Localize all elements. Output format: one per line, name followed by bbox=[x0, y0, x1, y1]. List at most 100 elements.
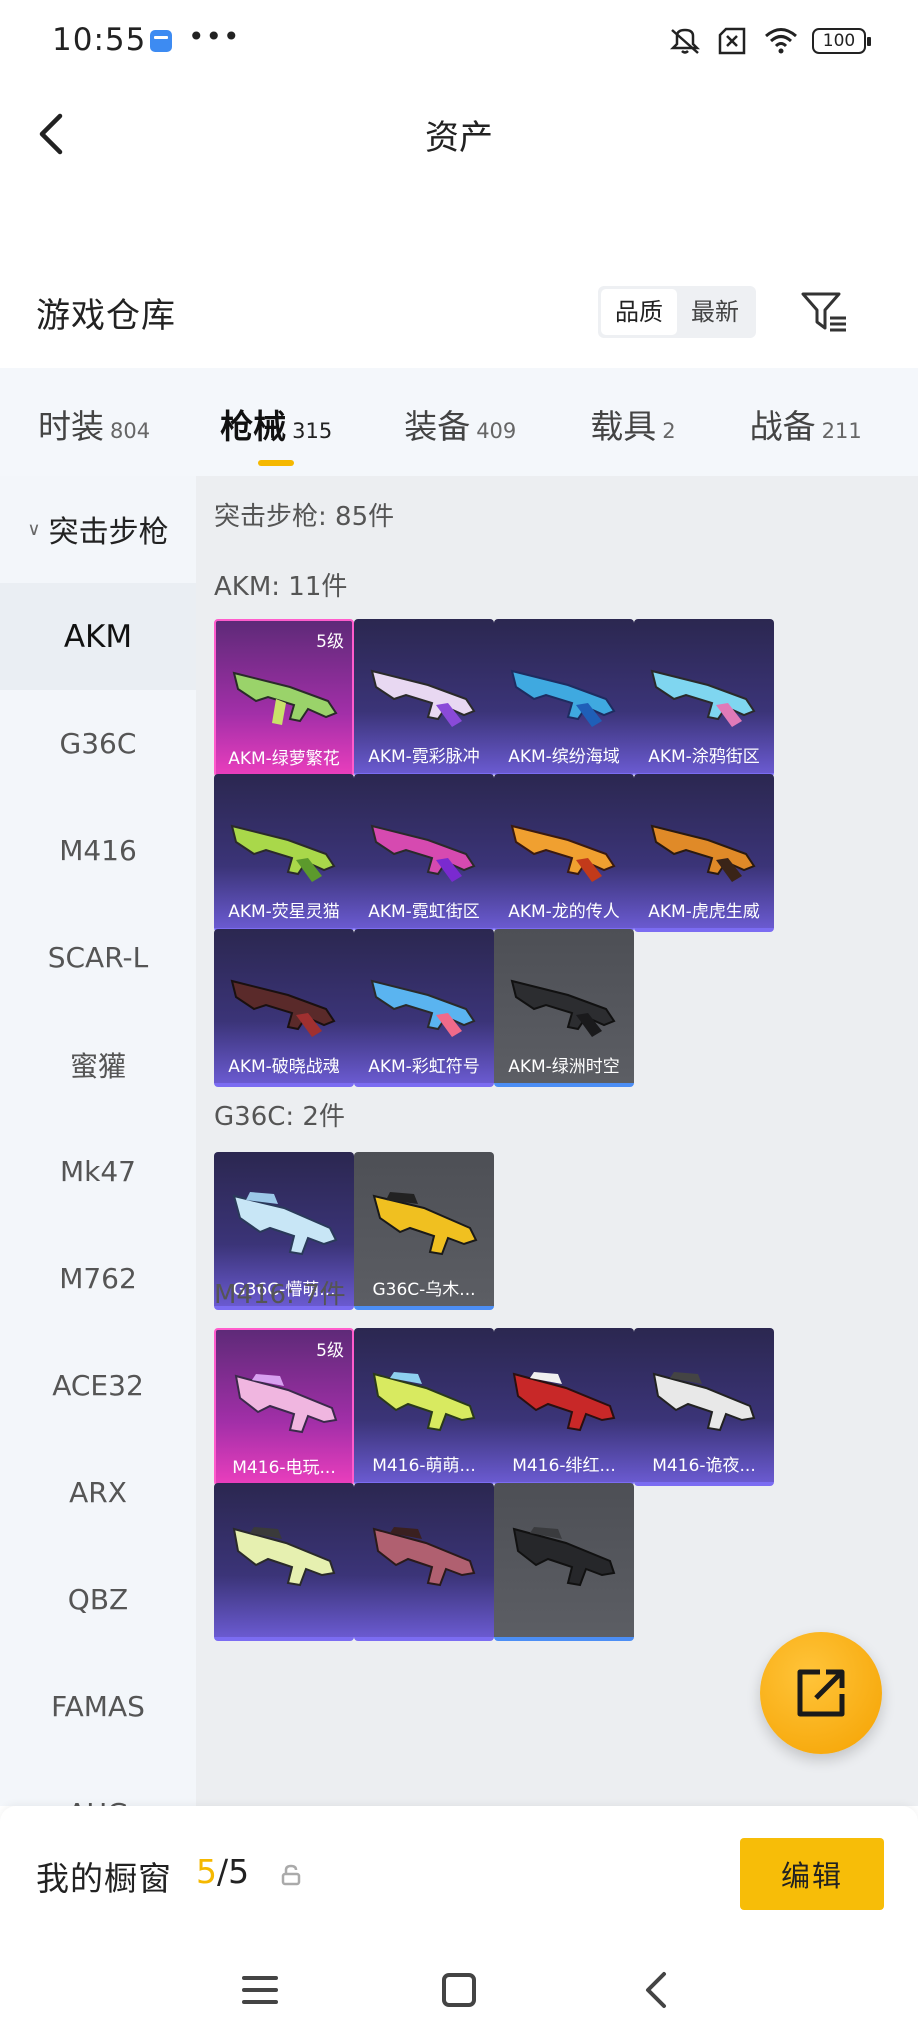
section-title-akm: AKM: 11件 bbox=[214, 572, 348, 602]
sidebar-item-honey-badger[interactable]: 蜜獾 bbox=[0, 1011, 196, 1118]
skin-card[interactable]: M416-萌萌... bbox=[354, 1328, 494, 1486]
skin-card[interactable]: M416-诡夜... bbox=[634, 1328, 774, 1486]
skin-card[interactable]: AKM-破晓战魂 bbox=[214, 929, 354, 1087]
sidebar-item-arx[interactable]: ARX bbox=[0, 1439, 196, 1546]
sidebar-item-scar-l[interactable]: SCAR-L bbox=[0, 904, 196, 1011]
tab-fashion[interactable]: 时装 804 bbox=[38, 396, 150, 448]
level-badge: 5级 bbox=[316, 632, 344, 652]
tab-label: 装备 bbox=[404, 407, 471, 446]
skin-card[interactable]: AKM-绿洲时空 bbox=[494, 929, 634, 1087]
akm-rifle-icon bbox=[370, 824, 476, 882]
sidebar-item-mk47[interactable]: Mk47 bbox=[0, 1118, 196, 1225]
skin-name: AKM-破晓战魂 bbox=[228, 1057, 340, 1077]
skin-card[interactable]: M416-绯红... bbox=[494, 1328, 634, 1486]
sidebar-category-label: 突击步枪 bbox=[48, 515, 169, 550]
skin-card[interactable] bbox=[354, 1483, 494, 1641]
status-time: 10:55 bbox=[52, 22, 147, 58]
skin-card[interactable]: AKM-霓彩脉冲 bbox=[354, 619, 494, 777]
skin-card[interactable]: AKM-龙的传人 bbox=[494, 774, 634, 932]
chevron-down-icon: ∨ bbox=[27, 518, 41, 540]
sidebar-item-famas[interactable]: FAMAS bbox=[0, 1653, 196, 1760]
skin-name: AKM-绿洲时空 bbox=[508, 1057, 620, 1077]
m416-rifle-icon bbox=[512, 1372, 616, 1432]
tab-firearms[interactable]: 枪械 315 bbox=[220, 396, 332, 466]
sidebar-item-m762[interactable]: M762 bbox=[0, 1225, 196, 1332]
tab-count: 211 bbox=[821, 419, 862, 443]
back-icon[interactable] bbox=[634, 1966, 682, 2014]
skin-card[interactable]: AKM-彩虹符号 bbox=[354, 929, 494, 1087]
skin-card[interactable]: AKM-涂鸦街区 bbox=[634, 619, 774, 777]
skin-card[interactable]: AKM-虎虎生威 bbox=[634, 774, 774, 932]
skin-name: G36C-乌木... bbox=[372, 1280, 476, 1300]
warehouse-header: 游戏仓库 品质 最新 bbox=[0, 244, 918, 368]
tab-count: 409 bbox=[476, 419, 517, 443]
skin-card[interactable]: AKM-荧星灵猫 bbox=[214, 774, 354, 932]
weapon-sidebar: ∨ 突击步枪 AKM G36C M416 SCAR-L 蜜獾 Mk47 M762… bbox=[0, 476, 196, 1806]
skin-card[interactable]: AKM-霓虹街区 bbox=[354, 774, 494, 932]
m416-rifle-icon bbox=[232, 1527, 336, 1587]
tab-label: 战备 bbox=[749, 407, 816, 446]
skin-card[interactable]: 5级 M416-电玩... bbox=[214, 1328, 354, 1486]
skin-name: M416-电玩... bbox=[232, 1458, 336, 1478]
tab-equipment[interactable]: 装备 409 bbox=[404, 396, 516, 448]
system-nav-bar bbox=[0, 1946, 918, 2040]
showcase-count: 5/5 bbox=[196, 1852, 249, 1891]
skin-name: M416-萌萌... bbox=[372, 1456, 476, 1476]
sort-newest-button[interactable]: 最新 bbox=[677, 289, 753, 335]
skin-card[interactable] bbox=[214, 1483, 354, 1641]
skin-name: AKM-彩虹符号 bbox=[368, 1057, 480, 1077]
no-sim-icon bbox=[718, 27, 746, 55]
filter-icon[interactable] bbox=[800, 290, 848, 336]
m416-rifle-icon bbox=[234, 1374, 338, 1434]
skin-name: AKM-霓虹街区 bbox=[368, 902, 480, 922]
tab-vehicles[interactable]: 载具 2 bbox=[590, 396, 675, 448]
m416-rifle-icon bbox=[372, 1372, 476, 1432]
menu-icon[interactable] bbox=[236, 1966, 284, 2014]
skin-card[interactable]: 5级 AKM-绿萝繁花 bbox=[214, 619, 354, 777]
tab-label: 载具 bbox=[590, 407, 657, 446]
akm-rifle-icon bbox=[510, 979, 616, 1037]
share-button[interactable] bbox=[760, 1632, 882, 1754]
sidebar-category-assault-rifles[interactable]: ∨ 突击步枪 bbox=[0, 476, 196, 582]
akm-rifle-icon bbox=[230, 979, 336, 1037]
page-header: 资产 bbox=[0, 84, 918, 244]
sidebar-item-qbz[interactable]: QBZ bbox=[0, 1546, 196, 1653]
skin-card[interactable] bbox=[494, 1483, 634, 1641]
lock-icon bbox=[281, 1864, 301, 1886]
showcase-bar: 我的橱窗 5/5 编辑 bbox=[0, 1806, 918, 1946]
g36c-rifle-icon bbox=[372, 1192, 478, 1256]
tab-label: 枪械 bbox=[220, 407, 287, 446]
showcase-current: 5 bbox=[196, 1852, 217, 1891]
status-icons: 100 bbox=[668, 26, 871, 56]
sidebar-item-akm[interactable]: AKM bbox=[0, 583, 196, 690]
showcase-title: 我的橱窗 bbox=[36, 1859, 172, 1898]
home-icon[interactable] bbox=[435, 1966, 483, 2014]
level-badge: 5级 bbox=[316, 1341, 344, 1361]
m416-rifle-icon bbox=[652, 1372, 756, 1432]
g36c-rifle-icon bbox=[232, 1192, 338, 1256]
skin-name: AKM-龙的传人 bbox=[508, 902, 620, 922]
sidebar-item-ace32[interactable]: ACE32 bbox=[0, 1332, 196, 1439]
skin-card[interactable]: G36C-乌木... bbox=[354, 1152, 494, 1310]
tab-combat-gear[interactable]: 战备 211 bbox=[750, 396, 862, 448]
skin-name: AKM-绿萝繁花 bbox=[228, 749, 340, 769]
battery-indicator: 100 bbox=[812, 28, 871, 54]
sidebar-item-aug[interactable]: AUG bbox=[0, 1760, 196, 1806]
skin-grid: 突击步枪: 85件 AKM: 11件 5级 AKM-绿萝繁花 AKM-霓彩脉冲 … bbox=[196, 476, 918, 1806]
share-icon bbox=[797, 1669, 845, 1717]
sidebar-item-g36c[interactable]: G36C bbox=[0, 690, 196, 797]
akm-rifle-icon bbox=[510, 824, 616, 882]
category-tabs: 时装 804 枪械 315 装备 409 载具 2 战备 211 bbox=[0, 368, 918, 476]
section-title-g36c: G36C: 2件 bbox=[214, 1102, 345, 1132]
edit-button[interactable]: 编辑 bbox=[740, 1838, 884, 1910]
tab-label: 时装 bbox=[38, 407, 104, 446]
sidebar-item-m416[interactable]: M416 bbox=[0, 797, 196, 904]
skin-card[interactable]: AKM-缤纷海域 bbox=[494, 619, 634, 777]
skin-name: M416-诡夜... bbox=[652, 1456, 756, 1476]
akm-rifle-icon bbox=[510, 669, 616, 727]
skin-name: AKM-虎虎生威 bbox=[648, 902, 760, 922]
sort-quality-button[interactable]: 品质 bbox=[601, 289, 677, 335]
m416-rifle-icon bbox=[372, 1527, 476, 1587]
sort-toggle: 品质 最新 bbox=[598, 286, 756, 338]
tab-count: 2 bbox=[662, 419, 676, 443]
